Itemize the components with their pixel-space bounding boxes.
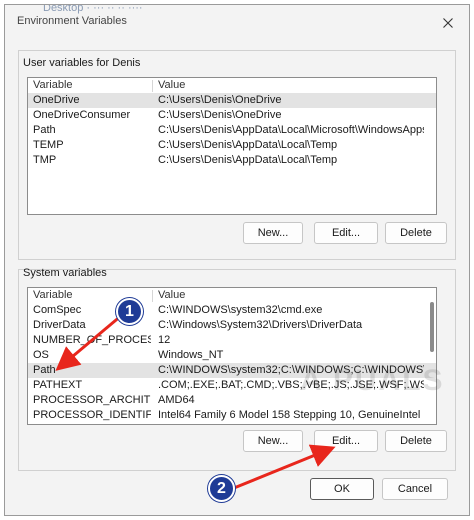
list-scrollbar[interactable]: [430, 302, 434, 352]
cancel-button[interactable]: Cancel: [382, 478, 448, 500]
table-row[interactable]: ComSpec C:\WINDOWS\system32\cmd.exe: [28, 303, 436, 318]
variable-name: TMP: [33, 154, 57, 166]
close-button[interactable]: [435, 12, 461, 34]
variable-name: TEMP: [33, 139, 64, 151]
variable-name: PROCESSOR_ARCHITECTURE: [33, 394, 151, 406]
user-variables-list[interactable]: Variable Value OneDrive C:\Users\Denis\O…: [27, 77, 437, 215]
variable-name: Path: [33, 364, 56, 376]
step-2-badge: 2: [208, 475, 235, 502]
user-edit-button[interactable]: Edit...: [314, 222, 378, 244]
variable-value: 12: [158, 334, 171, 346]
variable-value: C:\Users\Denis\AppData\Local\Temp: [158, 154, 338, 166]
table-row[interactable]: Path C:\Users\Denis\AppData\Local\Micros…: [28, 123, 436, 138]
variable-value: C:\Users\Denis\AppData\Local\Temp: [158, 139, 338, 151]
variable-value: C:\Users\Denis\OneDrive: [158, 94, 282, 106]
table-row[interactable]: OneDriveConsumer C:\Users\Denis\OneDrive: [28, 108, 436, 123]
system-list-header: Variable Value: [28, 288, 436, 303]
environment-variables-dialog: Desktop · ··· ·· ·· ···· Environment Var…: [4, 4, 470, 516]
table-row[interactable]: DriverData C:\Windows\System32\Drivers\D…: [28, 318, 436, 333]
user-delete-button[interactable]: Delete: [385, 222, 447, 244]
variable-name: OneDrive: [33, 94, 80, 106]
step-1-badge: 1: [116, 298, 143, 325]
table-row[interactable]: NUMBER_OF_PROCESSORS 12: [28, 333, 436, 348]
variable-value: C:\Users\Denis\AppData\Local\Microsoft\W…: [158, 124, 424, 136]
user-list-header: Variable Value: [28, 78, 436, 93]
system-edit-button[interactable]: Edit...: [314, 430, 378, 452]
user-new-button[interactable]: New...: [243, 222, 303, 244]
variable-value: Intel64 Family 6 Model 158 Stepping 10, …: [158, 409, 421, 421]
variable-name: PROCESSOR_IDENTIFIER: [33, 409, 151, 421]
title-bar: Environment Variables: [5, 5, 469, 39]
column-divider: [152, 80, 153, 92]
window-title: Environment Variables: [17, 15, 127, 27]
table-row[interactable]: TEMP C:\Users\Denis\AppData\Local\Temp: [28, 138, 436, 153]
variable-value: C:\Users\Denis\OneDrive: [158, 109, 282, 121]
variable-name: NUMBER_OF_PROCESSORS: [33, 334, 151, 346]
table-row[interactable]: PROCESSOR_IDENTIFIER Intel64 Family 6 Mo…: [28, 408, 436, 423]
table-row[interactable]: OneDrive C:\Users\Denis\OneDrive: [28, 93, 436, 108]
table-row[interactable]: TMP C:\Users\Denis\AppData\Local\Temp: [28, 153, 436, 168]
system-variables-label: System variables: [23, 267, 107, 279]
variable-name: PATHEXT: [33, 379, 83, 391]
variable-value: C:\Windows\System32\Drivers\DriverData: [158, 319, 363, 331]
variable-name: OS: [33, 349, 49, 361]
system-new-button[interactable]: New...: [243, 430, 303, 452]
user-variables-label: User variables for Denis: [23, 57, 141, 69]
column-header-value[interactable]: Value: [158, 78, 424, 93]
watermark-logo: A PUALS: [300, 364, 445, 397]
ok-button[interactable]: OK: [310, 478, 374, 500]
column-header-value[interactable]: Value: [158, 288, 424, 303]
column-divider: [152, 290, 153, 302]
close-icon: [443, 18, 453, 28]
system-variables-list[interactable]: Variable Value ComSpec C:\WINDOWS\system…: [27, 287, 437, 425]
variable-name: Path: [33, 124, 56, 136]
variable-value: Windows_NT: [158, 349, 224, 361]
column-header-variable[interactable]: Variable: [33, 78, 151, 93]
variable-value: C:\WINDOWS\system32\cmd.exe: [158, 304, 323, 316]
system-delete-button[interactable]: Delete: [385, 430, 447, 452]
variable-name: OneDriveConsumer: [33, 109, 131, 121]
table-row[interactable]: OS Windows_NT: [28, 348, 436, 363]
